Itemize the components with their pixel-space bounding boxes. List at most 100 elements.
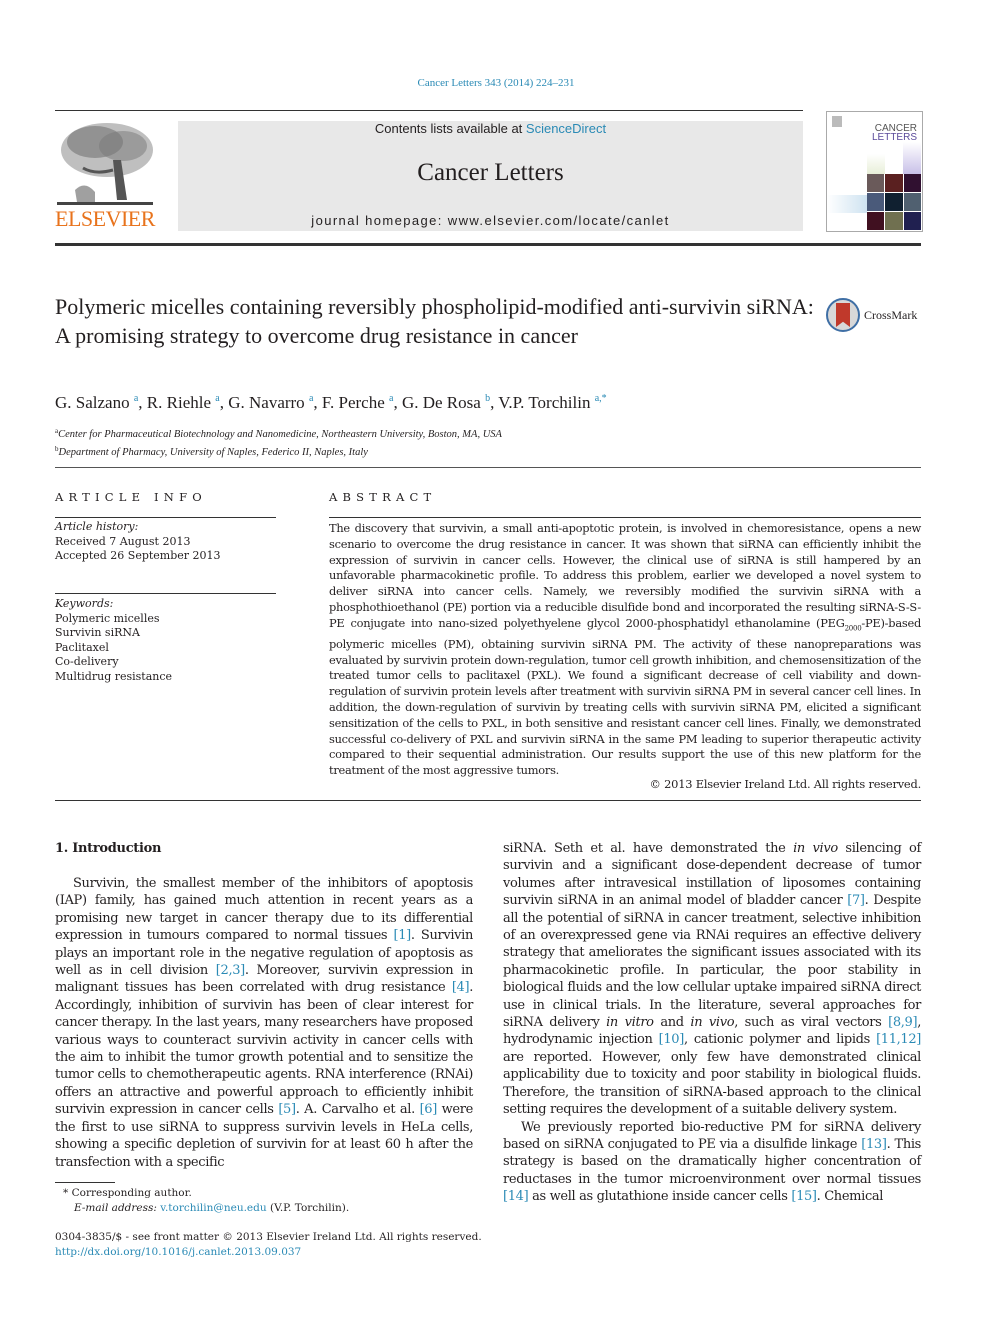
affiliation-marker[interactable]: b (485, 393, 490, 404)
journal-cover-thumbnail[interactable]: CANCER LETTERS (826, 111, 923, 232)
crossmark-label: CrossMark (864, 308, 918, 322)
corresponding-label: Corresponding author. (71, 1187, 192, 1199)
journal-title: Cancer Letters (417, 159, 564, 186)
cover-tile (867, 212, 885, 230)
affiliation-marker[interactable]: a (309, 393, 313, 404)
cover-tile (885, 193, 903, 211)
citation-link[interactable]: [10] (659, 1032, 685, 1047)
author-name[interactable]: R. Riehle (147, 393, 211, 412)
cover-tile (903, 174, 921, 192)
homepage-url-link[interactable]: www.elsevier.com/locate/canlet (448, 213, 670, 228)
cover-decor-band (827, 195, 867, 213)
citation-link[interactable]: [14] (503, 1189, 529, 1204)
footnote-rule (55, 1182, 115, 1183)
cover-publisher-icon (832, 116, 842, 127)
affiliation-text: Department of Pharmacy, University of Na… (58, 447, 368, 458)
author-name[interactable]: G. Navarro (228, 393, 304, 412)
author-name[interactable]: F. Perche (322, 393, 385, 412)
cover-title: CANCER LETTERS (872, 124, 917, 143)
body-paragraph: Survivin, the smallest member of the inh… (55, 876, 474, 1170)
citation-link[interactable]: [2,3] (216, 963, 245, 978)
article-history: Article history: Received 7 August 2013 … (55, 520, 276, 564)
contents-line: Contents lists available at ScienceDirec… (178, 121, 803, 136)
journal-homepage: journal homepage: www.elsevier.com/locat… (178, 213, 803, 228)
author-name[interactable]: V.P. Torchilin (498, 393, 590, 412)
journal-masthead: Contents lists available at ScienceDirec… (178, 121, 803, 231)
citation-link[interactable]: [4] (452, 980, 470, 995)
keywords-label: Keywords: (55, 597, 114, 610)
header-bottom-rule (55, 243, 921, 246)
keyword-item: Multidrug resistance (55, 669, 173, 683)
email-label: E-mail address: (74, 1201, 157, 1214)
cover-tile (885, 174, 903, 192)
affiliation-marker[interactable]: a (389, 393, 393, 404)
abstract-text: The discovery that survivin, a small ant… (329, 521, 921, 779)
author-name[interactable]: G. De Rosa (402, 393, 481, 412)
received-date: Received 7 August 2013 (55, 534, 191, 548)
email-suffix: (V.P. Torchilin). (269, 1201, 350, 1214)
sciencedirect-link[interactable]: ScienceDirect (526, 121, 606, 136)
affiliations: aCenter for Pharmaceutical Biotechnology… (55, 424, 915, 460)
footnote-star: * (63, 1187, 69, 1199)
section-rule (55, 800, 921, 801)
footnotes: * Corresponding author. E-mail address: … (55, 1186, 475, 1215)
history-label: Article history: (55, 520, 139, 533)
affiliation-marker[interactable]: a (134, 393, 138, 404)
abstract-text-part: The discovery that survivin, a small ant… (329, 521, 921, 630)
article-info-rule (55, 593, 276, 594)
abstract-rule (329, 517, 921, 518)
citation-link[interactable]: [6] (420, 1102, 438, 1117)
article-info-heading: ARTICLE INFO (55, 490, 207, 504)
section-rule (55, 467, 921, 468)
corresponding-author-note: * Corresponding author. (55, 1186, 475, 1201)
affiliation-text: Center for Pharmaceutical Biotechnology … (58, 429, 502, 440)
body-paragraph: siRNA. Seth et al. have demonstrated the… (503, 841, 921, 1118)
accepted-date: Accepted 26 September 2013 (55, 549, 221, 562)
citation-link[interactable]: [13] (861, 1137, 887, 1152)
front-matter: 0304-3835/$ - see front matter © 2013 El… (55, 1230, 495, 1259)
keyword-item: Paclitaxel (55, 640, 109, 654)
header-top-rule (55, 110, 803, 111)
crossmark-button[interactable]: CrossMark (826, 298, 926, 334)
body-column-right: siRNA. Seth et al. have demonstrated the… (503, 840, 921, 1206)
abstract-subscript: 2000 (844, 624, 862, 633)
section-heading-introduction: 1. Introduction (55, 841, 162, 856)
abstract-copyright: © 2013 Elsevier Ireland Ltd. All rights … (649, 777, 922, 791)
abstract-text-part: -PE)-based polymeric micelles (PM), obta… (329, 615, 921, 778)
elsevier-logo[interactable]: ELSEVIER (55, 120, 155, 232)
front-matter-text: 0304-3835/$ - see front matter © 2013 El… (55, 1231, 482, 1243)
italic-term: in vitro (606, 1015, 654, 1031)
cover-decor-band (903, 142, 921, 174)
author-list: G. Salzano a, R. Riehle a, G. Navarro a,… (55, 393, 607, 412)
citation-link[interactable]: [7] (847, 893, 865, 908)
cover-image-grid (867, 174, 921, 230)
citation-link[interactable]: [5] (278, 1102, 296, 1117)
keyword-item: Co-delivery (55, 655, 119, 668)
cover-tile (885, 212, 903, 230)
email-note: E-mail address: v.torchilin@neu.edu (V.P… (55, 1201, 475, 1216)
affiliation-item: aCenter for Pharmaceutical Biotechnology… (55, 424, 915, 442)
keyword-item: Survivin siRNA (55, 626, 140, 639)
affiliation-marker[interactable]: a (215, 393, 219, 404)
citation-link[interactable]: [11,12] (876, 1032, 921, 1047)
cover-decor-band (867, 154, 885, 174)
article-title: Polymeric micelles containing reversibly… (55, 294, 814, 348)
keyword-item: Polymeric micelles (55, 611, 160, 625)
body-column-left: Survivin, the smallest member of the inh… (55, 875, 473, 1171)
journal-reference-link[interactable]: Cancer Letters 343 (2014) 224–231 (0, 77, 992, 89)
citation-link[interactable]: [8,9] (888, 1015, 917, 1030)
citation-link[interactable]: [1] (394, 928, 412, 943)
homepage-label: journal homepage: (311, 213, 448, 228)
doi-link[interactable]: http://dx.doi.org/10.1016/j.canlet.2013.… (55, 1245, 495, 1260)
cover-tile (903, 193, 921, 211)
email-link[interactable]: v.torchilin@neu.edu (160, 1202, 266, 1214)
affiliation-item: bDepartment of Pharmacy, University of N… (55, 442, 915, 460)
affiliation-marker[interactable]: a,* (595, 393, 607, 404)
cover-tile (867, 174, 885, 192)
cover-tile (867, 193, 885, 211)
citation-link[interactable]: [15] (791, 1189, 817, 1204)
elsevier-tree-icon (55, 120, 155, 208)
abstract-heading: ABSTRACT (329, 490, 437, 504)
article-info-rule (55, 517, 276, 518)
author-name[interactable]: G. Salzano (55, 393, 130, 412)
